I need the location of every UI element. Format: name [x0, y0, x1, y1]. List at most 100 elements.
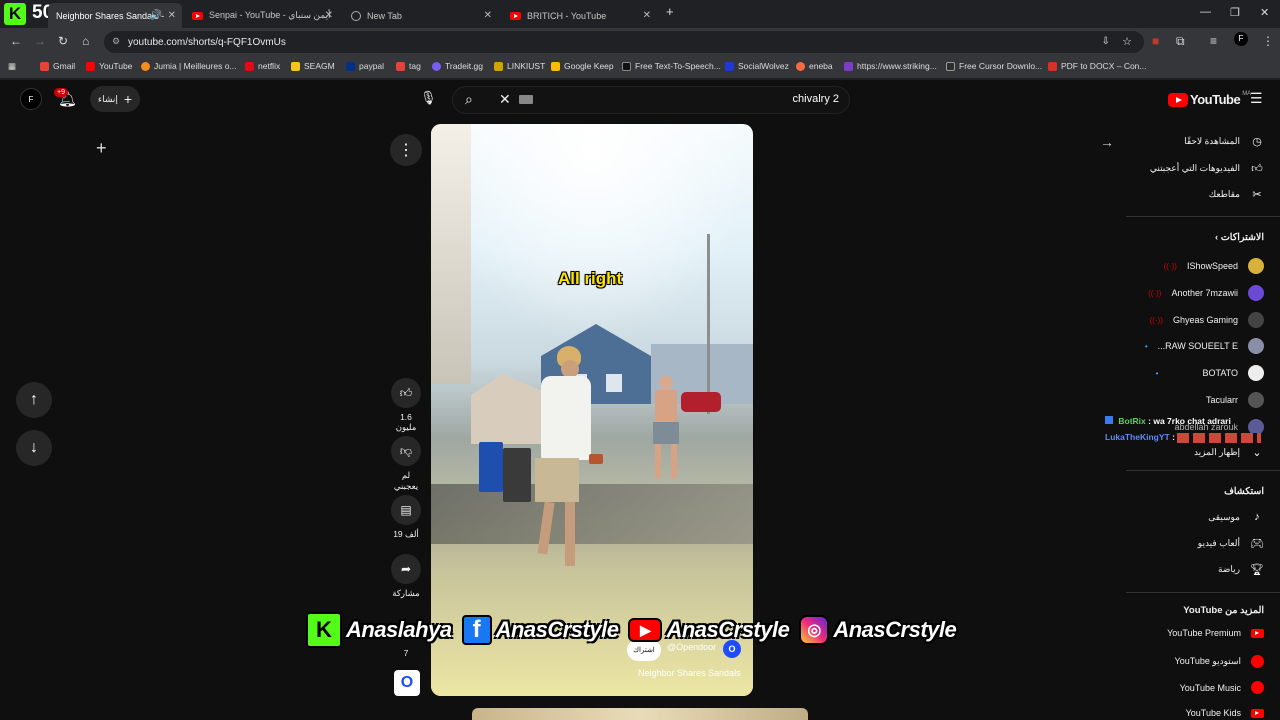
- minimize-icon[interactable]: —: [1200, 6, 1211, 18]
- window-close-icon[interactable]: ✕: [1260, 6, 1269, 19]
- bookmark-item[interactable]: SEAGM: [291, 61, 335, 71]
- bookmark-item[interactable]: SocialWolvez: [725, 61, 789, 71]
- site-info-icon[interactable]: ⚙: [112, 36, 120, 47]
- scissors-icon: ✂: [1252, 188, 1262, 201]
- next-short-button[interactable]: ↓: [16, 430, 52, 466]
- subscription-item[interactable]: Tacularr: [1206, 392, 1264, 408]
- close-icon[interactable]: ✕: [484, 10, 492, 21]
- subscriptions-title[interactable]: الاشتراكات ›: [1215, 232, 1264, 243]
- bookmark-item[interactable]: Free Text-To-Speech...: [622, 61, 721, 71]
- person-shirt: [541, 376, 591, 460]
- subscription-item[interactable]: Ghyeas Gaming ((·)): [1150, 312, 1264, 328]
- tab-new-tab[interactable]: New Tab ✕: [343, 3, 498, 28]
- tab-senpai[interactable]: Senpai - YouTube - أيمن سنباي ✕: [184, 3, 339, 28]
- new-tab-icon[interactable]: +: [666, 4, 674, 19]
- apps-grid-icon[interactable]: ▦: [8, 61, 16, 72]
- reload-icon[interactable]: ↻: [58, 34, 68, 48]
- search-box[interactable]: ⌕ ✕ chivalry 2: [452, 86, 850, 114]
- emote-row-icon: [1177, 432, 1262, 443]
- sandal: [589, 454, 603, 464]
- youtube-masthead: F 🔔︎ +9 إنشاء + 🎙︎ ⌕ ✕ chivalry 2 YouTub…: [0, 80, 1280, 120]
- extension-icon[interactable]: ■: [1152, 34, 1159, 48]
- bookmark-item[interactable]: Google Keep: [551, 61, 614, 71]
- subscription-item[interactable]: BOTATO •: [1156, 365, 1264, 381]
- bookmark-item[interactable]: LINKIUST: [494, 61, 545, 71]
- next-short-preview[interactable]: [472, 708, 808, 720]
- instagram-handle: AnasCrstyle: [833, 617, 957, 642]
- bookmark-item[interactable]: tag: [396, 61, 421, 71]
- subscription-item[interactable]: RAW SOUEELT E... •: [1145, 338, 1264, 354]
- bookmark-item[interactable]: YouTube: [86, 61, 132, 71]
- hamburger-menu-icon[interactable]: ☰: [1250, 90, 1263, 107]
- channel-avatar: [1248, 338, 1264, 354]
- restore-icon[interactable]: ❐: [1230, 6, 1240, 19]
- sidebar-item-music[interactable]: ♪ موسيقى: [1208, 510, 1264, 524]
- search-input[interactable]: chivalry 2: [793, 93, 839, 105]
- subscription-item[interactable]: Another 7mzawii ((·)): [1148, 285, 1264, 301]
- bookmark-item[interactable]: Jumia | Meilleures o...: [141, 61, 237, 71]
- more-from-youtube-title: المزيد من YouTube: [1183, 605, 1264, 616]
- bookmark-item[interactable]: PDF to DOCX – Con...: [1048, 61, 1147, 71]
- bookmark-item[interactable]: Tradeit.gg: [432, 61, 483, 71]
- bookmark-item[interactable]: Free Cursor Downlo...: [946, 61, 1042, 71]
- youtube-play-icon: [1168, 92, 1188, 107]
- expand-arrow-icon[interactable]: →: [1100, 134, 1114, 150]
- tab-neighbor-shares[interactable]: Neighbor Shares Sandals - 🔊 ✕: [48, 3, 182, 28]
- comment-count: 19 ألف: [393, 529, 419, 539]
- sidebar-item-gaming[interactable]: 🎮︎ ألعاب فيديو: [1198, 536, 1264, 550]
- netflix-icon: [245, 61, 254, 71]
- close-icon[interactable]: ✕: [325, 10, 333, 21]
- sidebar-item-your-clips[interactable]: ✂ مقاطعك: [1209, 187, 1264, 201]
- sidebar-item-premium[interactable]: YouTube Premium: [1167, 628, 1264, 638]
- youtube-premium-icon: [1251, 628, 1264, 638]
- close-icon[interactable]: ✕: [168, 10, 176, 21]
- keyboard-icon[interactable]: [519, 95, 533, 104]
- bookmark-item[interactable]: paypal: [346, 61, 384, 71]
- chat-message: BotRix : wa 7rko chat adrari: [1105, 416, 1231, 426]
- sound-thumbnail[interactable]: O: [394, 670, 420, 696]
- install-icon[interactable]: ⇩: [1102, 36, 1110, 47]
- address-bar[interactable]: ⚙ youtube.com/shorts/q-FQF1OvmUs ⇩ ☆: [104, 31, 1144, 53]
- sidebar-item-liked-videos[interactable]: 👍︎ الفيديوهات التي أعجبتني: [1150, 161, 1264, 175]
- search-icon[interactable]: ⌕: [465, 91, 473, 108]
- reading-list-icon[interactable]: ≡: [1210, 34, 1217, 48]
- sidebar-item-studio[interactable]: استوديو YouTube: [1175, 655, 1264, 668]
- tab-strip: K 50 Neighbor Shares Sandals - 🔊 ✕ Senpa…: [0, 0, 1280, 28]
- bookmark-item[interactable]: https://www.striking...: [844, 61, 937, 71]
- show-more-button[interactable]: ⌄ إظهار المزيد: [1194, 445, 1264, 459]
- previous-short-button[interactable]: ↑: [16, 382, 52, 418]
- person-shorts: [535, 458, 579, 502]
- menu-kebab-icon[interactable]: ⋮: [1262, 34, 1274, 48]
- youtube-logo[interactable]: YouTube MA: [1168, 91, 1251, 107]
- like-button[interactable]: 👍︎ 1.6 مليون: [389, 378, 423, 433]
- bookmark-item[interactable]: Gmail: [40, 61, 75, 71]
- create-button[interactable]: إنشاء +: [90, 86, 140, 112]
- account-avatar[interactable]: F: [20, 88, 42, 110]
- sidebar-item-sports[interactable]: 🏆︎ رياضة: [1218, 562, 1264, 576]
- speaker-icon[interactable]: 🔊: [150, 10, 162, 21]
- sidebar-item-music-app[interactable]: YouTube Music: [1180, 681, 1264, 694]
- comments-button[interactable]: ▤ 19 ألف: [389, 495, 423, 540]
- more-options-button[interactable]: ⋮: [390, 134, 422, 166]
- subscription-item[interactable]: IShowSpeed ((·)): [1164, 258, 1264, 274]
- live-icon: ((·)): [1163, 261, 1177, 271]
- extensions-puzzle-icon[interactable]: ⧉: [1176, 34, 1185, 49]
- microphone-icon[interactable]: 🎙︎: [420, 90, 437, 106]
- bookmark-item[interactable]: eneba: [796, 61, 833, 71]
- youtube-favicon-icon: [510, 11, 521, 20]
- close-icon[interactable]: ✕: [643, 10, 651, 21]
- sidebar-item-kids[interactable]: YouTube Kids: [1186, 708, 1264, 718]
- forward-icon[interactable]: →: [34, 34, 46, 48]
- bookmark-item[interactable]: netflix: [245, 61, 280, 71]
- back-icon[interactable]: ←: [10, 34, 22, 48]
- sidebar-item-watch-later[interactable]: ◷ المشاهدة لاحقًا: [1184, 134, 1264, 148]
- profile-avatar[interactable]: F: [1234, 32, 1248, 46]
- home-icon[interactable]: ⌂: [82, 34, 89, 48]
- tab-britich[interactable]: BRITICH - YouTube ✕: [502, 3, 657, 28]
- video-title[interactable]: Neighbor Shares Sandals: [638, 668, 741, 678]
- share-button[interactable]: ➦ مشاركة: [389, 554, 423, 599]
- bookmark-star-icon[interactable]: ☆: [1122, 35, 1132, 48]
- clear-search-icon[interactable]: ✕: [499, 91, 511, 108]
- dislike-button[interactable]: 👎︎ لم يعجبني: [389, 436, 423, 492]
- blue-bin: [479, 442, 503, 492]
